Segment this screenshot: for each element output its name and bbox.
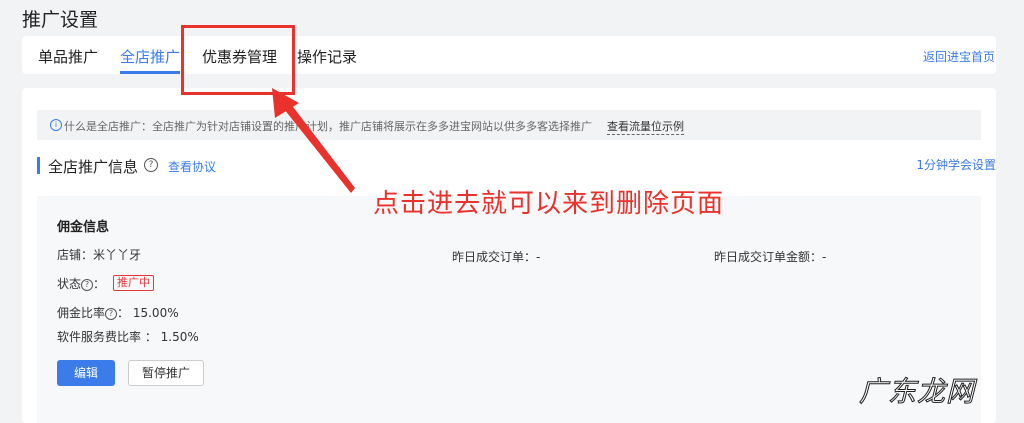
- annotation-text: 点击进去就可以来到删除页面: [373, 189, 725, 219]
- watermark: 广东龙网: [858, 375, 976, 409]
